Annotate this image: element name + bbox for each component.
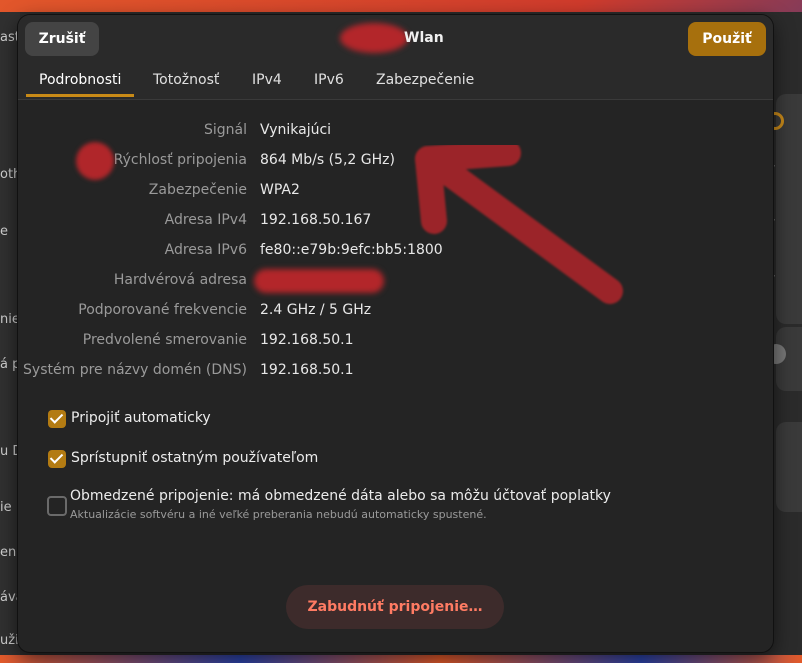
redaction-mark <box>254 269 384 293</box>
background-text: nie <box>0 312 20 327</box>
cancel-button[interactable]: Zrušiť <box>25 22 99 56</box>
background-text: eni <box>0 545 20 560</box>
background-card <box>776 422 802 512</box>
tab-bar: Podrobnosti Totožnosť IPv4 IPv6 Zabezpeč… <box>18 63 773 100</box>
metered-label[interactable]: Obmedzené pripojenie: má obmedzené dáta … <box>70 488 611 504</box>
detail-value: 192.168.50.1 <box>260 362 354 378</box>
background-text: ie <box>0 500 12 515</box>
share-users-label[interactable]: Sprístupniť ostatným používateľom <box>71 450 318 466</box>
detail-row-speed: Rýchlosť pripojenia 864 Mb/s (5,2 GHz) <box>18 152 773 172</box>
detail-value: Vynikajúci <box>260 122 332 138</box>
apply-button[interactable]: Použiť <box>688 22 766 56</box>
tab-security[interactable]: Zabezpečenie <box>363 63 487 97</box>
metered-sublabel: Aktualizácie softvéru a iné veľké preber… <box>70 508 487 521</box>
detail-row-dns: Systém pre názvy domén (DNS) 192.168.50.… <box>18 362 773 382</box>
share-users-checkbox[interactable] <box>48 450 66 468</box>
wlan-settings-dialog: Zrušiť Wlan Použiť Podrobnosti Totožnosť… <box>18 15 773 652</box>
dialog-header: Zrušiť Wlan Použiť <box>18 15 773 63</box>
detail-value: WPA2 <box>260 182 300 198</box>
background-text: uži <box>0 633 19 648</box>
detail-row-default-route: Predvolené smerovanie 192.168.50.1 <box>18 332 773 352</box>
detail-label: Podporované frekvencie <box>78 302 247 318</box>
forget-connection-button[interactable]: Zabudnúť pripojenie… <box>286 585 504 629</box>
detail-label: Adresa IPv6 <box>164 242 247 258</box>
detail-value: 2.4 GHz / 5 GHz <box>260 302 372 318</box>
detail-row-ipv6: Adresa IPv6 fe80::e79b:9efc:bb5:1800 <box>18 242 773 262</box>
detail-row-hardware-address: Hardvérová adresa <box>18 272 773 292</box>
tab-ipv4[interactable]: IPv4 <box>239 63 295 97</box>
detail-label: Systém pre názvy domén (DNS) <box>23 362 247 378</box>
auto-connect-checkbox[interactable] <box>48 410 66 428</box>
detail-value: 192.168.50.1 <box>260 332 354 348</box>
detail-label: Adresa IPv4 <box>164 212 247 228</box>
detail-row-frequencies: Podporované frekvencie 2.4 GHz / 5 GHz <box>18 302 773 322</box>
detail-row-ipv4: Adresa IPv4 192.168.50.167 <box>18 212 773 232</box>
detail-label: Rýchlosť pripojenia <box>113 152 247 168</box>
detail-label: Signál <box>203 122 247 138</box>
auto-connect-label[interactable]: Pripojiť automaticky <box>71 410 211 426</box>
background-text: ast <box>0 30 20 45</box>
detail-row-security: Zabezpečenie WPA2 <box>18 182 773 202</box>
background-text: e <box>0 224 8 239</box>
wallpaper-strip <box>0 655 802 663</box>
detail-label: Zabezpečenie <box>148 182 247 198</box>
dialog-title: Wlan <box>404 30 444 46</box>
annotation-dot <box>76 142 114 180</box>
tab-ipv6[interactable]: IPv6 <box>301 63 357 97</box>
detail-label: Hardvérová adresa <box>113 272 247 288</box>
metered-checkbox[interactable] <box>47 496 67 516</box>
detail-row-signal: Signál Vynikajúci <box>18 122 773 142</box>
detail-label: Predvolené smerovanie <box>82 332 247 348</box>
tab-identity[interactable]: Totožnosť <box>140 63 232 97</box>
detail-value: 864 Mb/s (5,2 GHz) <box>260 152 395 168</box>
annotation-arrow <box>415 145 623 304</box>
tab-details[interactable]: Podrobnosti <box>26 63 135 97</box>
background-sidebar <box>0 12 20 657</box>
detail-value: 192.168.50.167 <box>260 212 372 228</box>
redaction-mark <box>340 23 408 53</box>
